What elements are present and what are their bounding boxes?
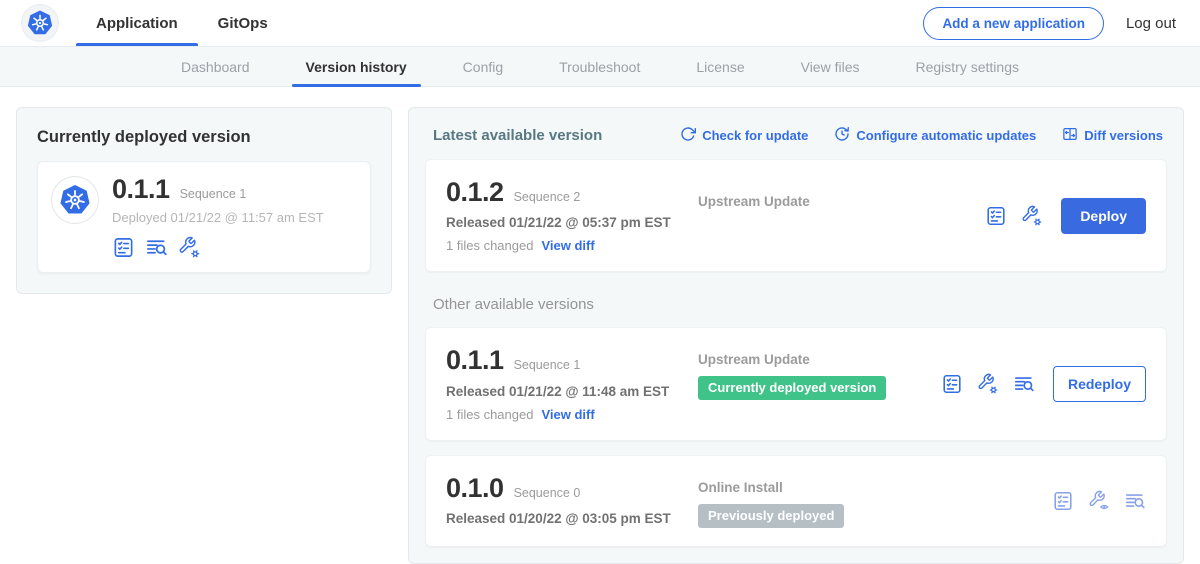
view-diff-link[interactable]: View diff: [541, 407, 594, 422]
source-label: Online Install: [698, 480, 1052, 495]
version-row-0-1-1: 0.1.1 Sequence 1 Released 01/21/22 @ 11:…: [425, 327, 1167, 440]
version-details: 0.1.0 Sequence 0 Released 01/20/22 @ 03:…: [446, 474, 698, 526]
currently-deployed-title: Currently deployed version: [37, 128, 371, 147]
version-details: 0.1.1 Sequence 1 Released 01/21/22 @ 11:…: [446, 346, 698, 421]
diff-versions-icon: [1062, 126, 1078, 145]
sequence-label: Sequence 1: [514, 358, 581, 372]
version-source: Upstream Update Currently deployed versi…: [698, 352, 941, 400]
sequence-label: Sequence 2: [514, 190, 581, 204]
subnav-item-troubleshoot[interactable]: Troubleshoot: [531, 47, 668, 86]
deployed-version-card: 0.1.1 Sequence 1 Deployed 01/21/22 @ 11:…: [37, 161, 371, 273]
edit-config-icon[interactable]: [977, 373, 999, 395]
schedule-update-icon: [834, 126, 850, 145]
subnav-item-config[interactable]: Config: [435, 47, 531, 86]
logout-link[interactable]: Log out: [1126, 15, 1176, 32]
app-header: Application GitOps Add a new application…: [0, 0, 1200, 46]
app-icon: [52, 177, 98, 223]
latest-available-title: Latest available version: [433, 127, 602, 144]
deployed-version-actions: [112, 236, 324, 259]
files-changed-label: 1 files changed: [446, 238, 533, 253]
version-actions: Deploy: [985, 198, 1146, 234]
version-number: 0.1.0: [446, 474, 504, 502]
version-row-0-1-0: 0.1.0 Sequence 0 Released 01/20/22 @ 03:…: [425, 455, 1167, 547]
previously-deployed-badge: Previously deployed: [698, 504, 844, 528]
redeploy-button[interactable]: Redeploy: [1053, 366, 1146, 402]
check-for-update-label: Check for update: [702, 128, 808, 143]
source-label: Upstream Update: [698, 352, 941, 367]
deploy-logs-icon[interactable]: [1124, 490, 1146, 512]
deploy-button[interactable]: Deploy: [1061, 198, 1146, 234]
version-source: Upstream Update: [698, 194, 985, 209]
kubernetes-logo: [22, 5, 58, 41]
other-available-versions-title: Other available versions: [433, 296, 1167, 313]
view-diff-link[interactable]: View diff: [541, 238, 594, 253]
configure-automatic-updates-label: Configure automatic updates: [856, 128, 1036, 143]
currently-deployed-badge: Currently deployed version: [698, 376, 886, 400]
configure-automatic-updates-link[interactable]: Configure automatic updates: [834, 126, 1036, 145]
edit-config-icon[interactable]: [178, 236, 201, 259]
app-tabs: Application GitOps: [76, 0, 288, 46]
check-for-update-link[interactable]: Check for update: [680, 126, 808, 145]
source-label: Upstream Update: [698, 194, 985, 209]
main-content: Currently deployed version 0.1.1 Sequenc…: [0, 87, 1200, 564]
version-details: 0.1.2 Sequence 2 Released 01/21/22 @ 05:…: [446, 178, 698, 253]
refresh-icon: [680, 126, 696, 145]
deploy-logs-icon[interactable]: [1013, 373, 1035, 395]
release-notes-icon[interactable]: [985, 205, 1007, 227]
version-line: 0.1.1 Sequence 1: [446, 346, 698, 374]
released-timestamp: Released 01/21/22 @ 11:48 am EST: [446, 384, 698, 399]
sequence-label: Sequence 0: [514, 486, 581, 500]
header-right: Add a new application Log out: [923, 7, 1176, 40]
version-row-0-1-2: 0.1.2 Sequence 2 Released 01/21/22 @ 05:…: [425, 159, 1167, 272]
deployed-version-info: 0.1.1 Sequence 1 Deployed 01/21/22 @ 11:…: [112, 175, 324, 259]
version-actions: [1052, 490, 1146, 512]
tab-application[interactable]: Application: [76, 0, 198, 46]
version-number: 0.1.2: [446, 178, 504, 206]
version-history-panel: Latest available version Check for updat…: [408, 107, 1184, 564]
sequence-label: Sequence 1: [180, 187, 247, 201]
app-subnav: Dashboard Version history Config Trouble…: [0, 46, 1200, 87]
subnav-item-registry-settings[interactable]: Registry settings: [888, 47, 1047, 86]
version-actions: Redeploy: [941, 366, 1146, 402]
released-timestamp: Released 01/20/22 @ 03:05 pm EST: [446, 511, 698, 526]
version-history-actions: Check for update Configure automatic upd…: [680, 126, 1163, 145]
files-changed-line: 1 files changed View diff: [446, 238, 698, 253]
subnav-item-version-history[interactable]: Version history: [278, 47, 435, 86]
diff-versions-link[interactable]: Diff versions: [1062, 126, 1163, 145]
version-number: 0.1.1: [112, 175, 170, 203]
diff-versions-label: Diff versions: [1084, 128, 1163, 143]
version-source: Online Install Previously deployed: [698, 480, 1052, 528]
view-config-icon[interactable]: [1088, 490, 1110, 512]
add-application-button[interactable]: Add a new application: [923, 7, 1104, 40]
version-line: 0.1.2 Sequence 2: [446, 178, 698, 206]
subnav-item-dashboard[interactable]: Dashboard: [153, 47, 278, 86]
release-notes-icon[interactable]: [1052, 490, 1074, 512]
deployed-timestamp: Deployed 01/21/22 @ 11:57 am EST: [112, 210, 324, 225]
version-line: 0.1.0 Sequence 0: [446, 474, 698, 502]
tab-gitops[interactable]: GitOps: [198, 0, 288, 46]
deploy-logs-icon[interactable]: [145, 236, 168, 259]
subnav-item-view-files[interactable]: View files: [773, 47, 888, 86]
version-line: 0.1.1 Sequence 1: [112, 175, 324, 203]
released-timestamp: Released 01/21/22 @ 05:37 pm EST: [446, 215, 698, 230]
currently-deployed-panel: Currently deployed version 0.1.1 Sequenc…: [16, 107, 392, 294]
files-changed-label: 1 files changed: [446, 407, 533, 422]
release-notes-icon[interactable]: [941, 373, 963, 395]
subnav-item-license[interactable]: License: [668, 47, 772, 86]
edit-config-icon[interactable]: [1021, 205, 1043, 227]
files-changed-line: 1 files changed View diff: [446, 407, 698, 422]
version-number: 0.1.1: [446, 346, 504, 374]
release-notes-icon[interactable]: [112, 236, 135, 259]
version-history-header: Latest available version Check for updat…: [425, 124, 1167, 145]
